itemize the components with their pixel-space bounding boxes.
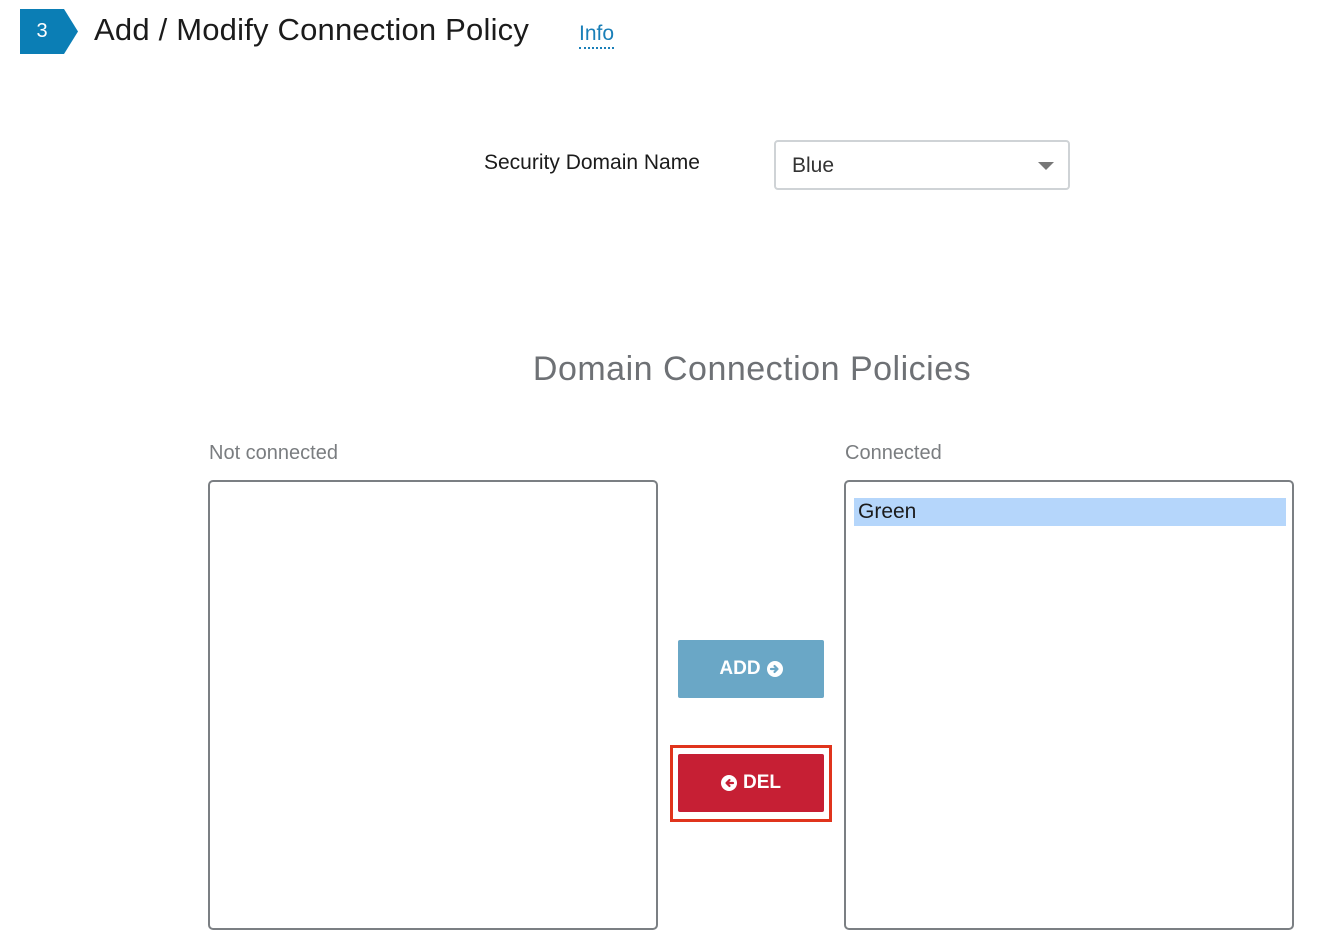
connected-listbox[interactable]: Green bbox=[844, 480, 1294, 930]
security-domain-selected-value: Blue bbox=[792, 154, 835, 177]
not-connected-listbox[interactable] bbox=[208, 480, 658, 930]
info-link[interactable]: Info bbox=[579, 21, 615, 49]
not-connected-label: Not connected bbox=[209, 442, 338, 464]
arrow-circle-right-icon bbox=[766, 661, 783, 677]
arrow-circle-left-icon bbox=[721, 775, 737, 791]
security-domain-select[interactable]: Blue bbox=[774, 140, 1070, 190]
connection-policy-page: 3 Add / Modify Connection Policy Info Se… bbox=[0, 0, 1332, 952]
security-domain-label: Security Domain Name bbox=[484, 151, 700, 174]
step-number: 3 bbox=[36, 20, 48, 42]
add-button-label: ADD bbox=[719, 658, 761, 679]
del-button-label: DEL bbox=[743, 772, 781, 793]
section-title: Domain Connection Policies bbox=[532, 350, 972, 388]
connected-label: Connected bbox=[845, 442, 942, 464]
del-button[interactable]: DEL bbox=[678, 754, 824, 812]
page-title: Add / Modify Connection Policy bbox=[94, 12, 530, 47]
add-button[interactable]: ADD bbox=[678, 640, 824, 698]
chevron-down-icon bbox=[1038, 162, 1054, 170]
list-item-green[interactable]: Green bbox=[854, 498, 1286, 526]
